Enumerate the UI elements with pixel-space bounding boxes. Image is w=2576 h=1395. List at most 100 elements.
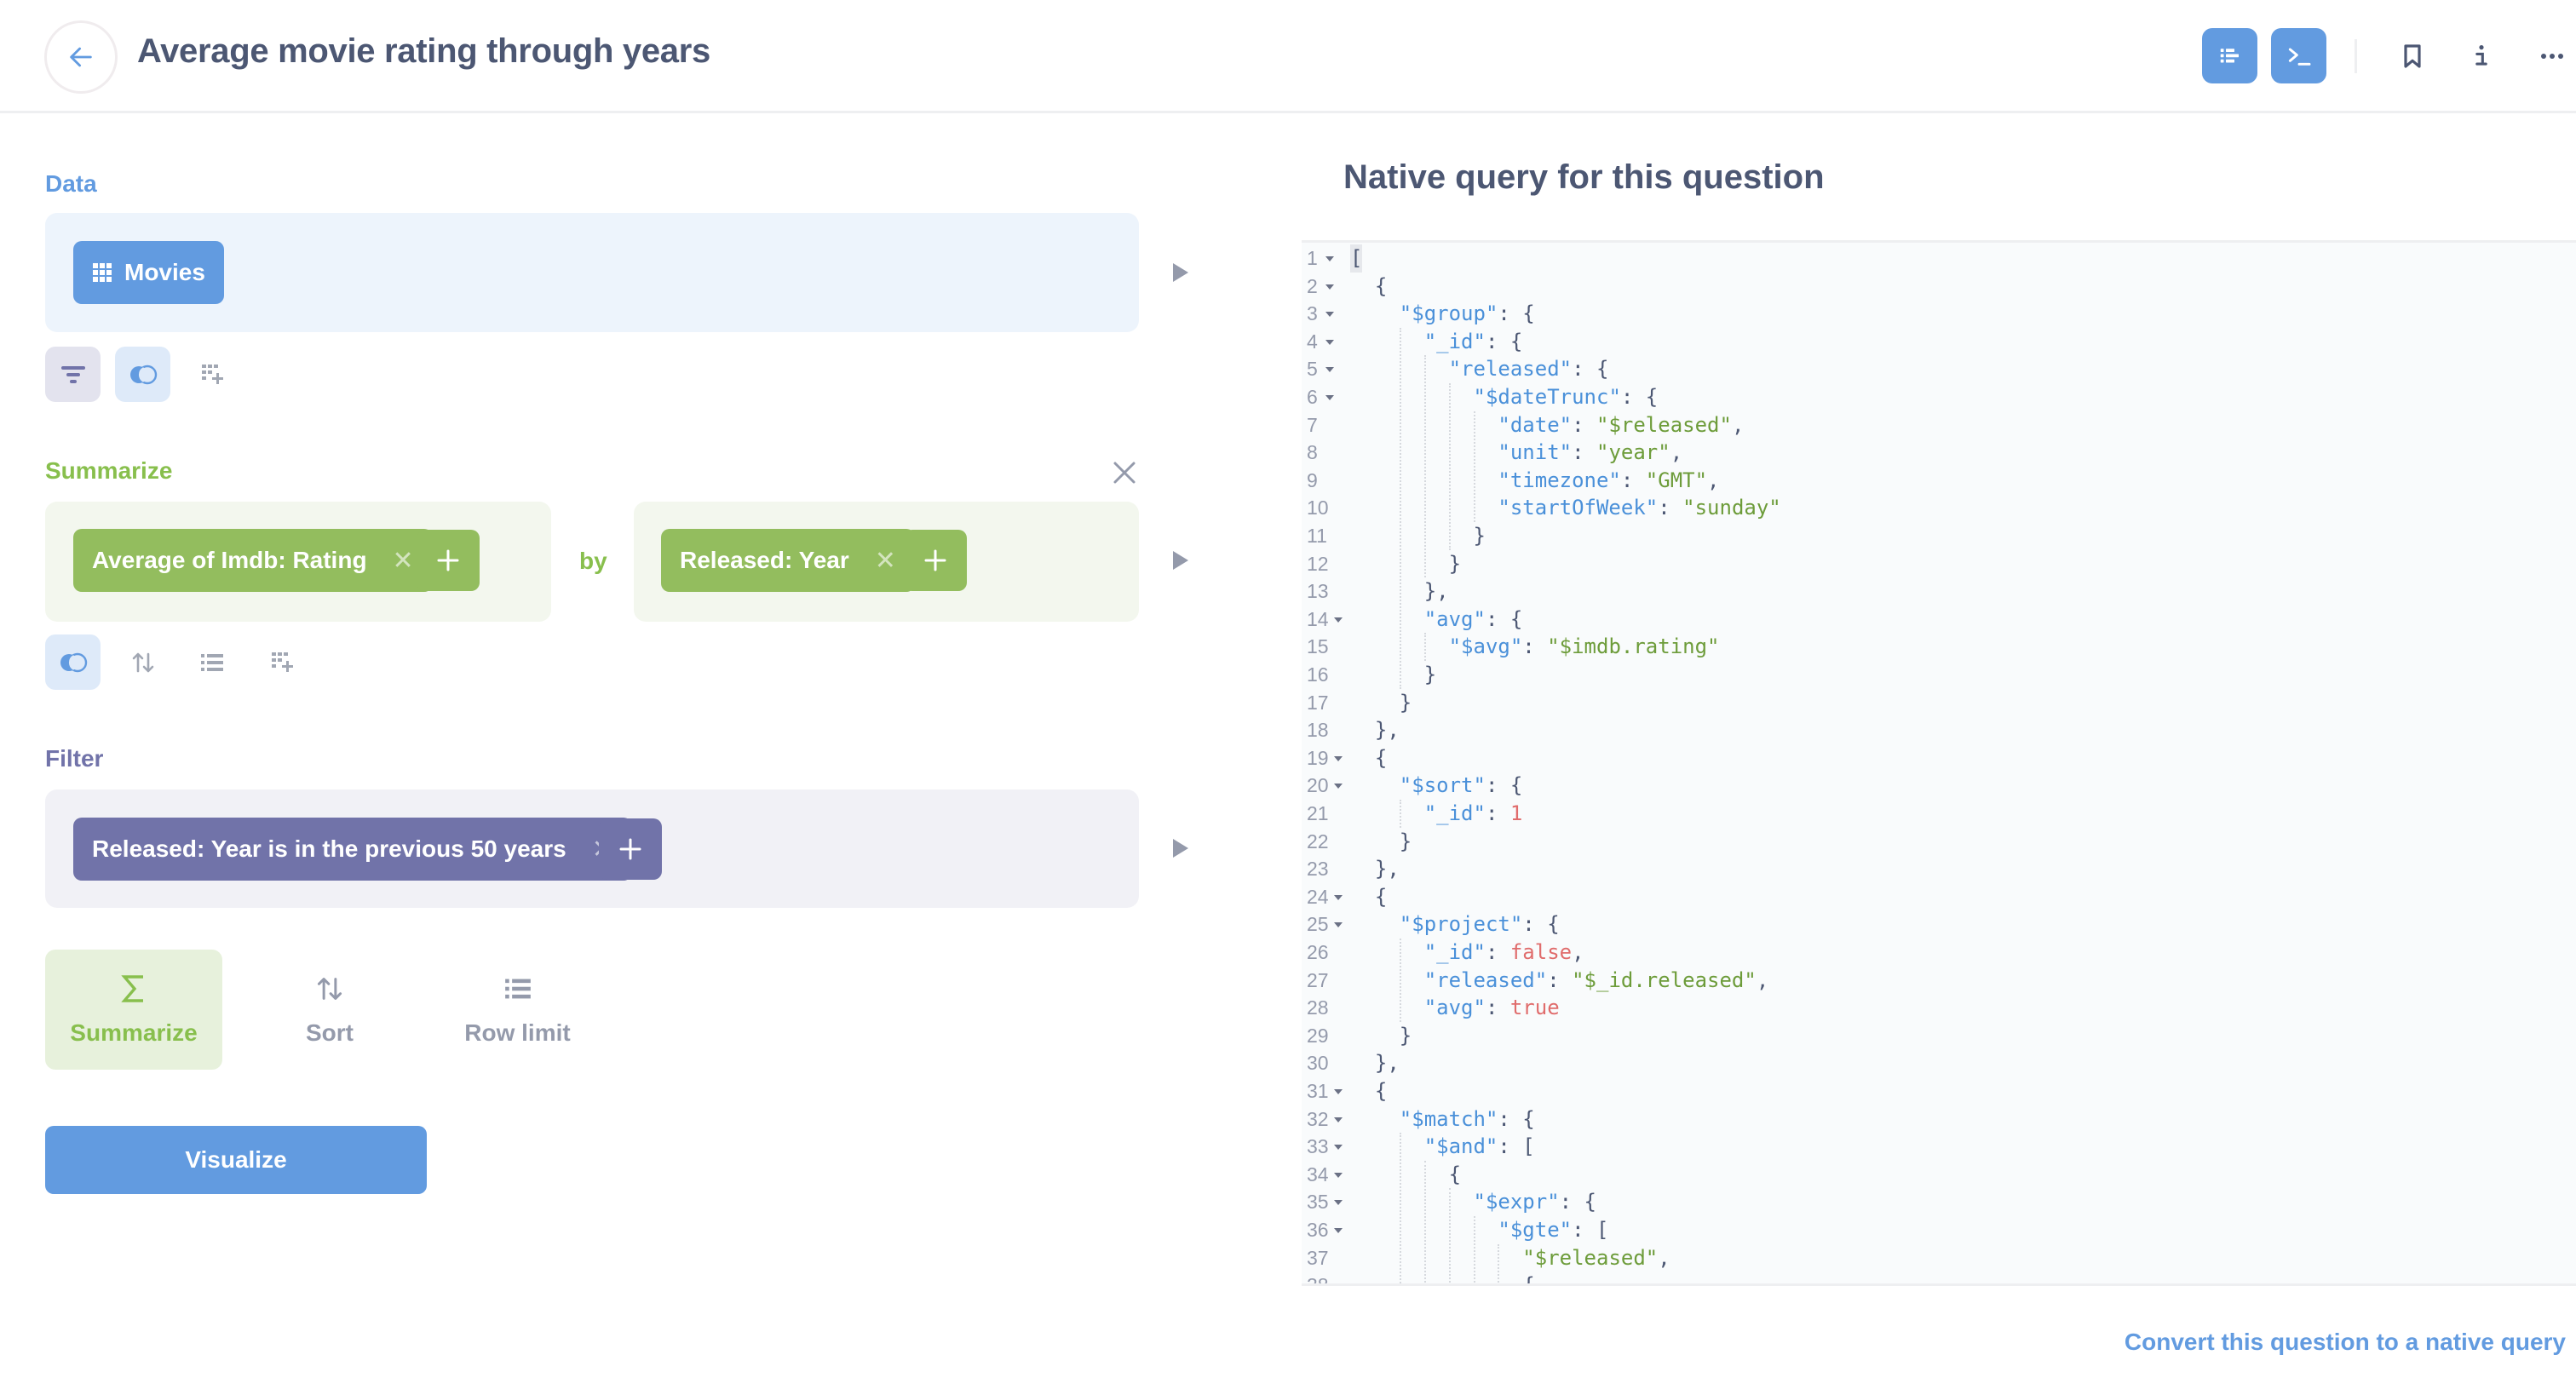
preview-summarize-button[interactable] [1173,551,1188,570]
line-number: 29 [1307,1024,1329,1047]
add-breakout-button[interactable] [904,530,967,591]
code-content: "$match": { [1400,1105,1535,1134]
custom-column-button[interactable] [185,347,240,402]
fold-toggle-icon[interactable] [1325,312,1334,318]
fold-toggle-icon[interactable] [1334,1172,1343,1178]
by-label: by [579,548,607,574]
code-token: { [1374,745,1388,770]
line-number: 5 [1307,358,1318,381]
arrow-left-icon [70,47,92,67]
fold-toggle-icon[interactable] [1334,1200,1343,1206]
code-line: 8 "unit": "year", [1302,439,2576,467]
code-token: : { [1498,301,1535,326]
code-token: : [1485,801,1510,825]
code-content: "_id": { [1424,328,1523,356]
code-line: 20 "$sort": { [1302,772,2576,800]
code-line: 22} [1302,828,2576,856]
line-number: 11 [1307,525,1327,547]
join-data-button[interactable] [115,347,170,402]
custom-column-button-2[interactable] [255,634,310,690]
info-button[interactable] [2463,37,2500,75]
more-button[interactable] [2533,37,2571,75]
fold-toggle-icon[interactable] [1325,395,1334,400]
add-filter-condition-button[interactable] [599,818,662,880]
fold-toggle-icon[interactable] [1334,1089,1343,1094]
add-filter-button[interactable] [45,347,101,402]
sort-button[interactable] [115,634,170,690]
tool-row-limit[interactable]: Row limit [451,950,584,1070]
line-number: 23 [1307,858,1329,881]
indent-guide [1473,1216,1475,1283]
back-button[interactable] [44,20,118,94]
fold-toggle-icon[interactable] [1334,1145,1343,1151]
code-token: , [1731,412,1745,437]
code-token: "$gte" [1498,1218,1573,1242]
code-token: : [1658,496,1683,520]
code-line: 16} [1302,661,2576,689]
remove-breakout-icon[interactable]: ✕ [875,546,896,576]
data-step-label: Data [45,170,97,197]
code-token: , [1572,940,1584,964]
code-content: { [1375,273,1387,301]
code-line: 2{ [1302,273,2576,301]
visualize-button[interactable]: Visualize [45,1126,427,1194]
fold-toggle-icon[interactable] [1334,894,1343,900]
code-content: }, [1375,855,1400,883]
code-content: "$sort": { [1400,772,1523,800]
fold-toggle-icon[interactable] [1325,284,1334,290]
code-token: "_id" [1423,940,1486,964]
line-number: 2 [1307,274,1318,297]
fold-toggle-icon[interactable] [1334,1283,1343,1286]
code-token: { [1374,273,1388,298]
row-limit-button[interactable] [184,634,239,690]
fold-toggle-icon[interactable] [1325,256,1334,261]
code-line: 5 "released": { [1302,355,2576,383]
join-data-button-2[interactable] [45,634,101,690]
native-query-editor[interactable]: 1[2{3 "$group": {4 "_id": {5 "released": {6… [1302,240,2576,1286]
remove-summarize-step-icon[interactable] [1112,460,1137,485]
line-number: 15 [1307,635,1329,658]
code-token: "timezone" [1498,468,1621,492]
code-token: { [1374,884,1388,909]
remove-metric-icon[interactable]: ✕ [393,546,414,576]
preview-data-button[interactable] [1173,263,1188,282]
code-content: { [1449,1161,1461,1189]
fold-toggle-icon[interactable] [1334,617,1343,623]
line-number: 37 [1307,1246,1329,1269]
code-content: "$released", [1522,1244,1670,1272]
bookmark-button[interactable] [2394,37,2431,75]
add-metric-button[interactable] [417,530,480,591]
fold-toggle-icon[interactable] [1334,922,1343,928]
fold-toggle-icon[interactable] [1325,339,1334,345]
view-native-query-button[interactable] [2271,28,2326,83]
fold-toggle-icon[interactable] [1334,1117,1343,1122]
query-header: Average movie rating through years [0,0,2576,113]
line-number: 26 [1307,941,1329,963]
code-token: "$match" [1399,1106,1498,1131]
tool-sort[interactable]: Sort [275,950,384,1070]
fold-toggle-icon[interactable] [1334,1228,1343,1233]
filter-pill[interactable]: Released: Year is in the previous 50 yea… [73,818,632,881]
code-line: 15 "$avg": "$imdb.rating" [1302,633,2576,661]
code-content: "_id": 1 [1424,800,1523,828]
fold-toggle-icon[interactable] [1334,755,1343,761]
code-token: { [1374,1079,1388,1103]
convert-to-native-link[interactable]: Convert this question to a native query [2125,1329,2566,1356]
code-token: }, [1374,1051,1400,1076]
fold-toggle-icon[interactable] [1334,784,1343,789]
code-line: 17} [1302,689,2576,717]
breakout-pill[interactable]: Released: Year ✕ [661,529,915,592]
code-token: : [1547,967,1573,992]
fold-toggle-icon[interactable] [1325,367,1334,373]
plus-icon [924,549,946,571]
code-token: : [1620,468,1646,492]
metric-pill[interactable]: Average of Imdb: Rating ✕ [73,529,433,592]
preview-filter-button[interactable] [1173,839,1188,858]
data-table-pill[interactable]: Movies [73,241,224,304]
line-number: 38 [1307,1274,1329,1286]
notebook-editor-button[interactable] [2202,28,2257,83]
table-grid-icon [93,263,112,282]
code-token: "sunday" [1682,496,1781,520]
code-content: } [1400,1022,1412,1050]
tool-summarize[interactable]: Summarize [45,950,222,1070]
